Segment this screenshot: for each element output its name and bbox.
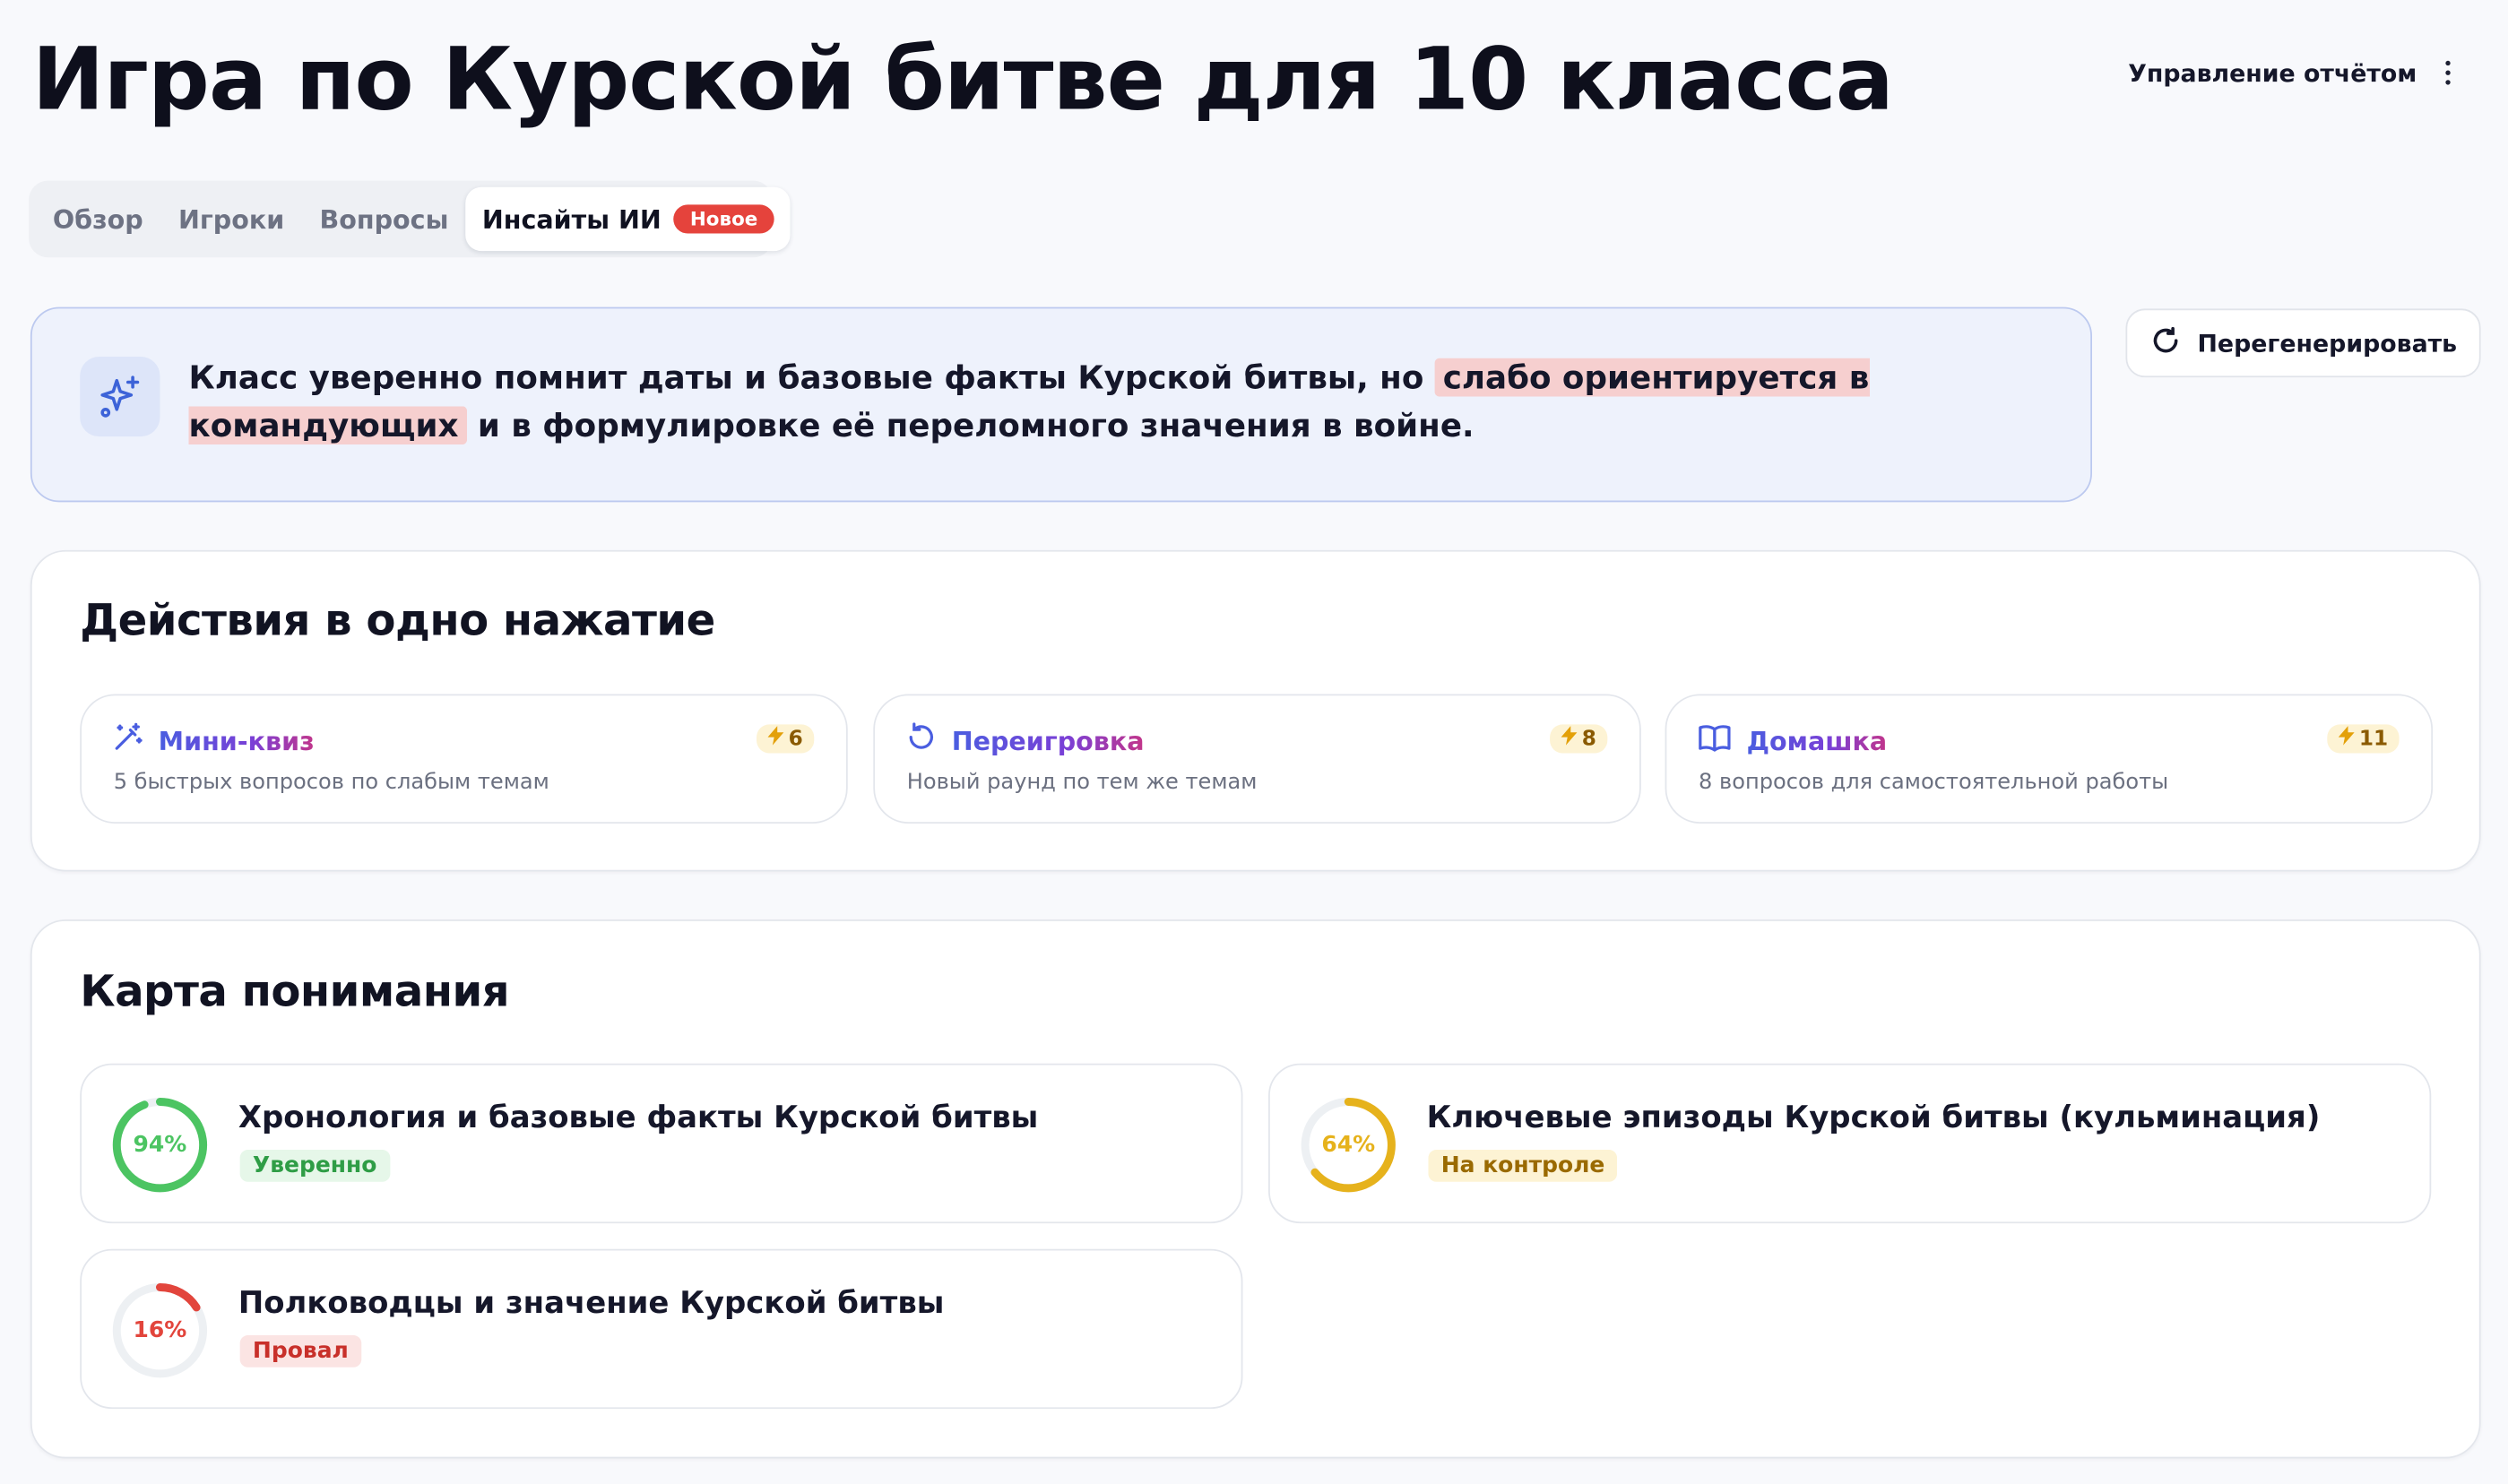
action-desc: Новый раунд по тем же темам	[906, 769, 1258, 795]
actions-card: Действия в одно нажатие Мини-квиз 5 быст…	[30, 549, 2481, 872]
regenerate-label: Перегенерировать	[2197, 328, 2458, 358]
new-badge: Новое	[674, 204, 774, 234]
action-mini-quiz[interactable]: Мини-квиз 5 быстрых вопросов по слабым т…	[80, 694, 848, 824]
insight-text-before: Класс уверенно помнит даты и базовые фак…	[188, 358, 1435, 397]
progress-percent: 64%	[1321, 1132, 1376, 1158]
tab-overview[interactable]: Обзор	[35, 187, 160, 251]
action-title: Домашка	[1746, 725, 1888, 756]
progress-percent: 94%	[133, 1132, 187, 1158]
cost-badge: 8	[1550, 724, 1608, 754]
action-homework[interactable]: Домашка 8 вопросов для самостоятельной р…	[1665, 694, 2434, 824]
tab-ai-insights[interactable]: Инсайты ИИ Новое	[466, 186, 790, 252]
action-desc: 8 вопросов для самостоятельной работы	[1699, 769, 2169, 795]
report-menu-label: Управление отчётом	[2128, 58, 2417, 88]
status-badge: На контроле	[1428, 1150, 1618, 1182]
refresh-icon	[2149, 324, 2182, 362]
action-desc: 5 быстрых вопросов по слабым темам	[113, 769, 549, 795]
more-vertical-icon[interactable]	[2439, 57, 2457, 88]
progress-percent: 16%	[133, 1317, 187, 1343]
tab-questions[interactable]: Вопросы	[302, 187, 466, 251]
topic-name: Полководцы и значение Курской битвы	[238, 1285, 945, 1321]
tab-players[interactable]: Игроки	[160, 187, 302, 251]
lightning-icon	[767, 726, 784, 752]
ai-insight-banner: Класс уверенно помнит даты и базовые фак…	[30, 306, 2092, 503]
understanding-map-card: Карта понимания 94% Хронология и базовые…	[30, 919, 2481, 1459]
page-title: Игра по Курской битве для 10 класса	[31, 29, 1894, 130]
magic-wand-icon	[112, 721, 144, 760]
cost-value: 11	[2358, 727, 2389, 751]
lightning-icon	[1561, 726, 1578, 752]
status-badge: Уверенно	[239, 1150, 390, 1182]
action-title: Мини-квиз	[158, 725, 315, 756]
replay-icon	[905, 721, 938, 760]
status-badge: Провал	[239, 1335, 362, 1368]
regenerate-button[interactable]: Перегенерировать	[2125, 308, 2481, 378]
topic-name: Ключевые эпизоды Курской битвы (кульмина…	[1426, 1100, 2321, 1135]
action-title: Переигровка	[951, 725, 1145, 756]
page: Игра по Курской битве для 10 класса Упра…	[0, 0, 2508, 1484]
actions-title: Действия в одно нажатие	[80, 596, 715, 646]
action-replay[interactable]: Переигровка Новый раунд по тем же темам …	[873, 694, 1641, 824]
tab-ai-insights-label: Инсайты ИИ	[481, 203, 662, 235]
book-icon	[1697, 721, 1732, 760]
topic-card[interactable]: 94% Хронология и базовые факты Курской б…	[80, 1063, 1243, 1224]
cost-value: 8	[1581, 727, 1596, 751]
topic-card[interactable]: 16% Полководцы и значение Курской битвы …	[80, 1248, 1243, 1410]
cost-badge: 11	[2327, 724, 2400, 754]
sparkle-icon	[80, 356, 160, 437]
insight-text-after: и в формулировке её переломного значения…	[466, 406, 1475, 445]
topic-card[interactable]: 64% Ключевые эпизоды Курской битвы (куль…	[1268, 1063, 2432, 1224]
report-menu-button[interactable]: Управление отчётом	[2128, 57, 2457, 88]
understanding-title: Карта понимания	[80, 967, 510, 1017]
insight-text: Класс уверенно помнит даты и базовые фак…	[188, 353, 1981, 449]
topic-name: Хронология и базовые факты Курской битвы	[238, 1100, 1039, 1135]
cost-value: 6	[788, 727, 803, 751]
lightning-icon	[2338, 726, 2355, 752]
tab-bar: Обзор Игроки Вопросы Инсайты ИИ Новое	[29, 180, 790, 258]
cost-badge: 6	[756, 724, 815, 754]
